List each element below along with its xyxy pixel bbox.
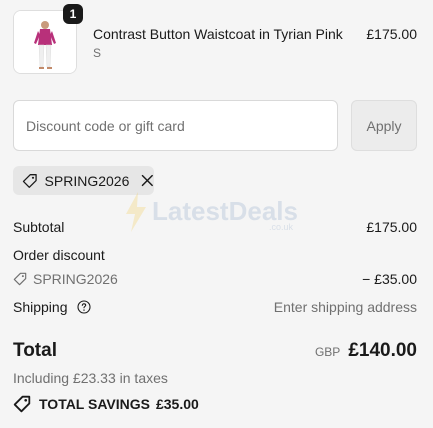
product-variant: S [93,46,102,60]
applied-discount-chip: SPRING2026 [13,166,154,195]
applied-code-label: SPRING2026 [44,172,130,189]
product-title: Contrast Button Waistcoat in Tyrian Pink [93,26,343,42]
close-icon[interactable] [141,174,154,187]
discount-code-label: SPRING2026 [33,271,118,287]
product-price: £175.00 [366,26,417,42]
discount-value: − £35.00 [362,271,417,287]
total-savings-label: TOTAL SAVINGS [39,396,150,412]
product-line-item: 1 Contrast Button Waistcoat in Tyrian Pi… [13,4,417,74]
subtotal-label: Subtotal [13,219,65,235]
discount-code-input[interactable] [13,100,338,151]
total-savings: TOTAL SAVINGS £35.00 [13,395,199,413]
taxes-note: Including £23.33 in taxes [13,370,168,386]
subtotal-row: Subtotal £175.00 [13,219,417,235]
quantity-badge: 1 [63,4,83,24]
apply-button[interactable]: Apply [351,100,417,151]
shipping-label: Shipping [13,299,68,315]
help-circle-icon[interactable] [77,300,91,314]
order-discount-label: Order discount [13,247,105,263]
total-row: Total GBP £140.00 [13,340,417,366]
tag-icon [13,395,31,413]
tag-icon [22,173,37,188]
total-savings-amount: £35.00 [155,396,199,412]
total-label: Total [13,340,57,361]
total-amount: £140.00 [348,340,417,361]
order-discount-row: Order discount [13,247,417,263]
shipping-value: Enter shipping address [273,299,417,315]
discount-code-row: SPRING2026 − £35.00 [13,271,417,287]
currency-code: GBP [314,345,341,359]
shipping-row: Shipping Enter shipping address [13,299,417,315]
subtotal-value: £175.00 [366,219,417,235]
tag-icon [13,272,27,286]
